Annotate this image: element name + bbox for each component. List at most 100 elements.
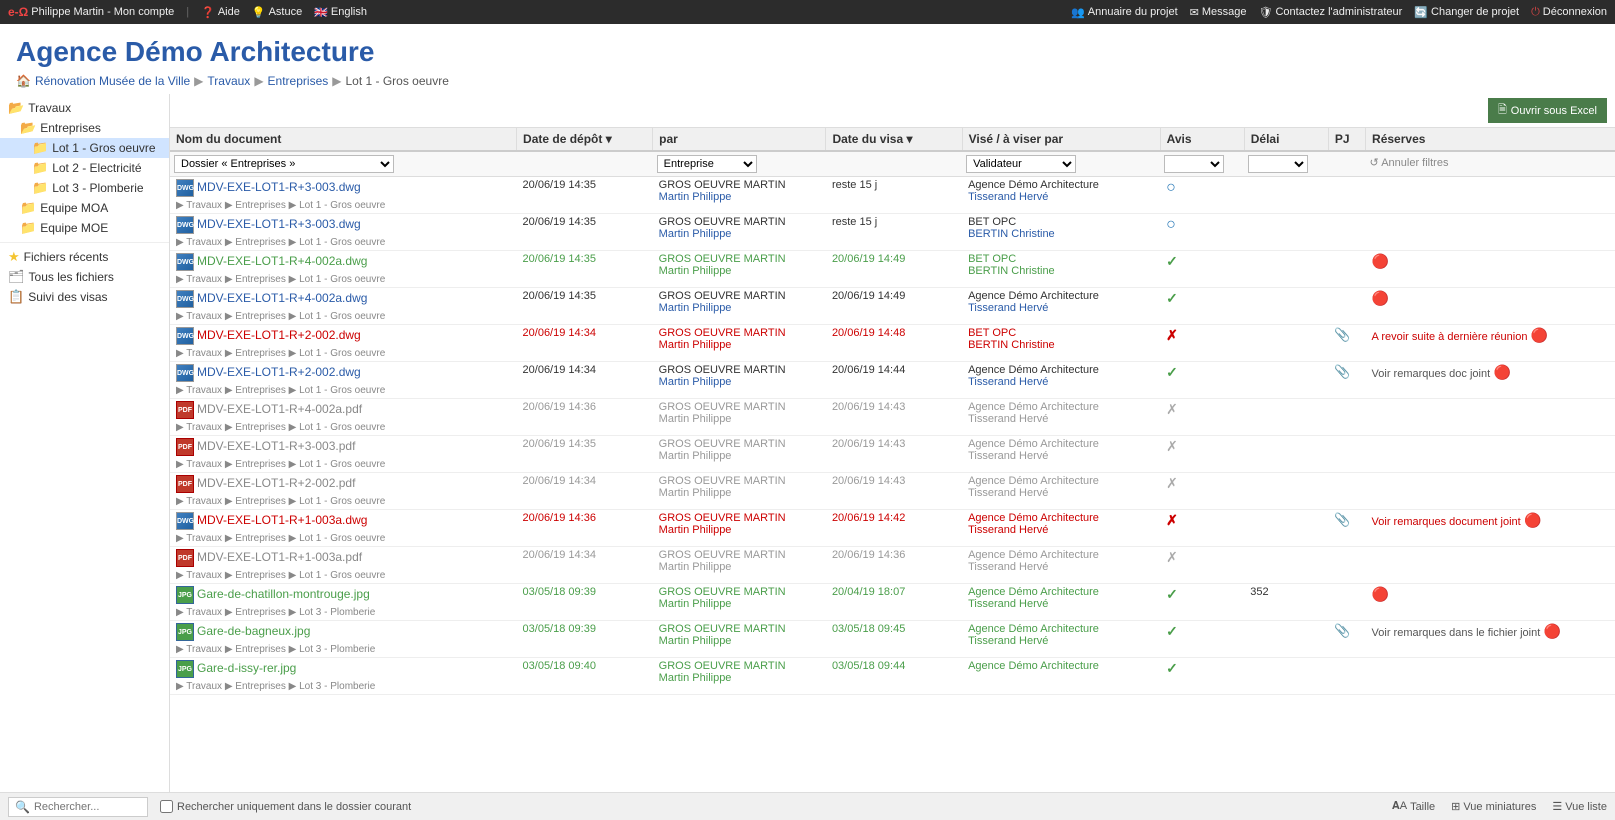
col-date-depot[interactable]: Date de dépôt ▾: [517, 128, 653, 151]
doc-name-cell[interactable]: DWGMDV-EXE-LOT1-R+1-003a.dwg ▶ Travaux ▶…: [170, 510, 517, 547]
date-depot-cell: 20/06/19 14:35: [517, 177, 653, 214]
doc-name-link[interactable]: MDV-EXE-LOT1-R+2-002.pdf: [197, 476, 355, 490]
filter-par-select[interactable]: Entreprise: [657, 155, 757, 173]
doc-name-link[interactable]: MDV-EXE-LOT1-R+4-002a.dwg: [197, 254, 367, 268]
annuler-filtres-button[interactable]: ↺ Annuler filtres: [1370, 157, 1449, 169]
doc-name-cell[interactable]: DWGMDV-EXE-LOT1-R+4-002a.dwg ▶ Travaux ▶…: [170, 288, 517, 325]
filter-visa-par-cell[interactable]: Validateur: [962, 151, 1160, 177]
sidebar-item-entreprises[interactable]: 📂 Entreprises: [0, 118, 169, 138]
sidebar-item-lot2[interactable]: 📁 Lot 2 - Electricité: [0, 158, 169, 178]
visa-main: Agence Démo Architecture: [968, 660, 1099, 672]
delai-cell: [1244, 214, 1328, 251]
doc-name-cell[interactable]: PDFMDV-EXE-LOT1-R+1-003a.pdf ▶ Travaux ▶…: [170, 547, 517, 584]
astuce-link[interactable]: 💡 Astuce: [252, 6, 302, 19]
sidebar-item-recent[interactable]: ★ Fichiers récents: [0, 247, 169, 267]
doc-name-cell[interactable]: DWGMDV-EXE-LOT1-R+2-002.dwg ▶ Travaux ▶ …: [170, 362, 517, 399]
reserve-text: Voir remarques dans le fichier joint: [1372, 627, 1541, 639]
pdf-icon[interactable]: 🔴: [1372, 253, 1389, 269]
doc-name-cell[interactable]: JPGGare-de-bagneux.jpg ▶ Travaux ▶ Entre…: [170, 621, 517, 658]
pdf-icon[interactable]: 🔴: [1531, 327, 1548, 343]
avis-cell: ✓: [1160, 658, 1244, 695]
doc-name-cell[interactable]: PDFMDV-EXE-LOT1-R+2-002.pdf ▶ Travaux ▶ …: [170, 473, 517, 510]
message-link[interactable]: ✉ Message: [1190, 6, 1247, 19]
reserve-cell: [1366, 658, 1615, 695]
sidebar-item-lot3[interactable]: 📁 Lot 3 - Plomberie: [0, 178, 169, 198]
deconnexion-link[interactable]: ⏻ Déconnexion: [1531, 6, 1607, 19]
pdf-icon[interactable]: 🔴: [1544, 623, 1561, 639]
miniatures-button[interactable]: ⊞ Vue miniatures: [1451, 800, 1536, 813]
col-date-visa[interactable]: Date du visa ▾: [826, 128, 962, 151]
search-folder-only-label[interactable]: Rechercher uniquement dans le dossier co…: [160, 800, 411, 813]
doc-name-link[interactable]: MDV-EXE-LOT1-R+4-002a.pdf: [197, 402, 362, 416]
pdf-icon[interactable]: 🔴: [1372, 586, 1389, 602]
sidebar-item-tous[interactable]: 🗂 Tous les fichiers: [0, 267, 169, 287]
mon-compte-link[interactable]: Mon compte: [114, 6, 175, 18]
breadcrumb-travaux[interactable]: Travaux: [207, 74, 250, 88]
date-visa-cell: 20/06/19 14:49: [826, 251, 962, 288]
filter-delai-cell[interactable]: [1244, 151, 1328, 177]
aide-link[interactable]: ❓ Aide: [201, 6, 240, 19]
filter-delai-select[interactable]: [1248, 155, 1308, 173]
visa-cell: Agence Démo Architecture Tisserand Hervé: [962, 399, 1160, 436]
filter-avis-select[interactable]: [1164, 155, 1224, 173]
annuaire-link[interactable]: 👥 Annuaire du projet: [1071, 6, 1178, 19]
pdf-icon[interactable]: 🔴: [1372, 290, 1389, 306]
doc-name-cell[interactable]: JPGGare-d-issy-rer.jpg ▶ Travaux ▶ Entre…: [170, 658, 517, 695]
sidebar-item-lot1[interactable]: 📁 Lot 1 - Gros oeuvre: [0, 138, 169, 158]
doc-name-cell[interactable]: JPGGare-de-chatillon-montrouge.jpg ▶ Tra…: [170, 584, 517, 621]
pdf-icon[interactable]: 🔴: [1524, 512, 1541, 528]
search-folder-only-checkbox[interactable]: [160, 800, 173, 813]
taille-button[interactable]: 𝐀A Taille: [1392, 800, 1435, 813]
par-main: GROS OEUVRE MARTIN: [659, 401, 786, 413]
par-main: GROS OEUVRE MARTIN: [659, 512, 786, 524]
doc-name-link[interactable]: MDV-EXE-LOT1-R+3-003.pdf: [197, 439, 355, 453]
delai-cell: [1244, 399, 1328, 436]
jpg-icon: JPG: [176, 586, 194, 604]
sidebar-label-recent: Fichiers récents: [24, 250, 109, 264]
breadcrumb-renovaton[interactable]: Rénovation Musée de la Ville: [35, 74, 190, 88]
pdf-icon[interactable]: 🔴: [1494, 364, 1511, 380]
sidebar-item-equipe-moa[interactable]: 📁 Equipe MOA: [0, 198, 169, 218]
lang-link[interactable]: 🇬🇧 English: [314, 6, 367, 19]
doc-name-cell[interactable]: DWGMDV-EXE-LOT1-R+3-003.dwg ▶ Travaux ▶ …: [170, 177, 517, 214]
open-excel-button[interactable]: 🗎 Ouvrir sous Excel: [1488, 98, 1607, 123]
doc-name-link[interactable]: MDV-EXE-LOT1-R+3-003.dwg: [197, 180, 361, 194]
sidebar-item-equipe-moe[interactable]: 📁 Equipe MOE: [0, 218, 169, 238]
liste-button[interactable]: ☰ Vue liste: [1552, 800, 1607, 813]
filter-nom-cell[interactable]: Dossier « Entreprises »: [170, 151, 517, 177]
visa-icon: 📋: [8, 289, 24, 305]
document-table-container: Nom du document Date de dépôt ▾ par Date…: [170, 128, 1615, 792]
reserve-cell: Voir remarques document joint 🔴: [1366, 510, 1615, 547]
doc-name-link[interactable]: Gare-de-bagneux.jpg: [197, 624, 310, 638]
search-box[interactable]: 🔍: [8, 797, 148, 817]
doc-name-link[interactable]: MDV-EXE-LOT1-R+4-002a.dwg: [197, 291, 367, 305]
search-input[interactable]: [34, 801, 144, 813]
table-row: PDFMDV-EXE-LOT1-R+4-002a.pdf ▶ Travaux ▶…: [170, 399, 1615, 436]
filter-dossier-select[interactable]: Dossier « Entreprises »: [174, 155, 394, 173]
doc-name-cell[interactable]: DWGMDV-EXE-LOT1-R+2-002.dwg ▶ Travaux ▶ …: [170, 325, 517, 362]
filter-avis-cell[interactable]: [1160, 151, 1244, 177]
changer-projet-link[interactable]: 🔄 Changer de projet: [1414, 6, 1519, 19]
doc-name-cell[interactable]: PDFMDV-EXE-LOT1-R+3-003.pdf ▶ Travaux ▶ …: [170, 436, 517, 473]
breadcrumb-entreprises[interactable]: Entreprises: [268, 74, 329, 88]
doc-name-cell[interactable]: DWGMDV-EXE-LOT1-R+3-003.dwg ▶ Travaux ▶ …: [170, 214, 517, 251]
date-depot-cell: 20/06/19 14:35: [517, 288, 653, 325]
doc-name-link[interactable]: MDV-EXE-LOT1-R+2-002.dwg: [197, 365, 361, 379]
sidebar-item-visas[interactable]: 📋 Suivi des visas: [0, 287, 169, 307]
filter-reserve-cell[interactable]: ↺ Annuler filtres: [1366, 151, 1615, 177]
filter-visa-par-select[interactable]: Validateur: [966, 155, 1076, 173]
contact-admin-link[interactable]: 🛡 Contactez l'administrateur: [1259, 6, 1403, 19]
sidebar-item-travaux[interactable]: 📂 Travaux: [0, 98, 169, 118]
sidebar-label-travaux: Travaux: [28, 101, 71, 115]
delai-cell: 352: [1244, 584, 1328, 621]
doc-name-cell[interactable]: PDFMDV-EXE-LOT1-R+4-002a.pdf ▶ Travaux ▶…: [170, 399, 517, 436]
doc-name-link[interactable]: Gare-d-issy-rer.jpg: [197, 661, 296, 675]
doc-name-link[interactable]: MDV-EXE-LOT1-R+3-003.dwg: [197, 217, 361, 231]
doc-name-cell[interactable]: DWGMDV-EXE-LOT1-R+4-002a.dwg ▶ Travaux ▶…: [170, 251, 517, 288]
doc-name-link[interactable]: MDV-EXE-LOT1-R+1-003a.dwg: [197, 513, 367, 527]
doc-name-link[interactable]: Gare-de-chatillon-montrouge.jpg: [197, 587, 370, 601]
doc-name-link[interactable]: MDV-EXE-LOT1-R+2-002.dwg: [197, 328, 361, 342]
par-sub: Martin Philippe: [659, 487, 732, 499]
doc-name-link[interactable]: MDV-EXE-LOT1-R+1-003a.pdf: [197, 550, 362, 564]
filter-par-cell[interactable]: Entreprise: [653, 151, 826, 177]
